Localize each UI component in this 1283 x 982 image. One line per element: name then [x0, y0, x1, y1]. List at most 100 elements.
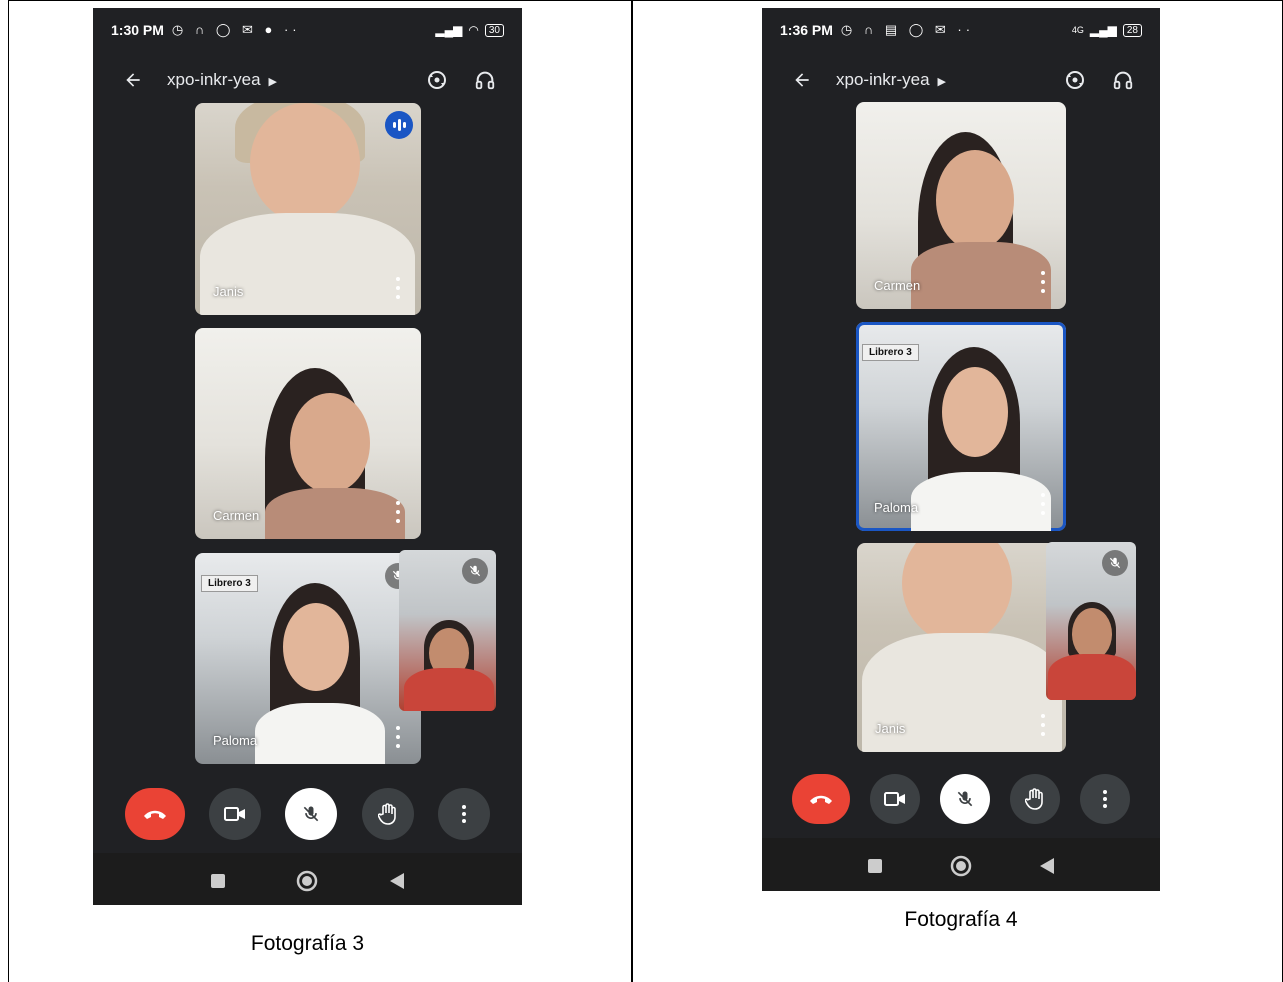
headphones-icon: [1113, 71, 1133, 90]
more-options-button[interactable]: [437, 788, 490, 840]
audio-output-button[interactable]: [468, 63, 502, 97]
figure-caption-1: Fotografía 3: [250, 932, 365, 955]
figure-caption-2: Fotografía 4: [904, 908, 1018, 931]
participant-name: Janis: [213, 284, 244, 299]
end-call-button[interactable]: [792, 774, 850, 824]
screenshot-phone-1: 1:30 PM ◷ ∩ ◯ ✉ ● ·· ▂▄▆ ◠ 30 xpo-inkr-y…: [93, 8, 522, 905]
participant-name: Paloma: [213, 733, 258, 748]
arrow-left-icon: [795, 73, 809, 87]
mic-off-icon: [304, 806, 319, 822]
speaking-indicator-icon: [385, 111, 413, 139]
status-bar: 1:30 PM ◷ ∩ ◯ ✉ ● ·· ▂▄▆ ◠ 30: [93, 8, 522, 52]
back-button[interactable]: [778, 56, 826, 104]
raise-hand-icon: [1025, 788, 1043, 810]
battery-indicator: 28: [1122, 23, 1142, 37]
status-time: 1:30 PM: [111, 22, 164, 38]
participant-tile-janis[interactable]: Janis: [857, 543, 1066, 752]
mic-off-badge: [1102, 550, 1128, 576]
circle-icon: [297, 870, 318, 892]
switch-camera-button[interactable]: [1058, 63, 1092, 97]
status-time: 1:36 PM: [780, 22, 833, 38]
mic-off-badge: [462, 558, 488, 584]
raise-hand-button[interactable]: [361, 788, 414, 840]
call-controls: [93, 786, 522, 842]
self-view-tile[interactable]: [1046, 542, 1136, 700]
arrow-left-icon: [126, 73, 140, 87]
meeting-code-button[interactable]: xpo-inkr-yea ▶: [167, 70, 277, 90]
participant-name: Paloma: [874, 500, 919, 515]
square-icon: [868, 859, 882, 873]
phone-hangup-icon: [144, 810, 167, 819]
recents-button[interactable]: [860, 851, 890, 881]
status-notification-icons: ◷ ∩ ▤ ◯ ✉ ··: [840, 22, 975, 37]
participant-name: Janis: [875, 721, 906, 736]
camera-toggle-button[interactable]: [209, 788, 262, 840]
recents-button[interactable]: [203, 866, 233, 896]
participant-face: [283, 603, 349, 691]
video-camera-icon: [884, 792, 905, 806]
caret-right-icon: ▶: [268, 76, 278, 88]
participant-tile-carmen[interactable]: Carmen: [856, 102, 1066, 309]
mic-toggle-button[interactable]: [285, 788, 338, 840]
wifi-icon: ◠: [468, 23, 479, 37]
participant-face: [942, 367, 1008, 457]
mic-off-icon: [957, 791, 973, 807]
phone-hangup-icon: [810, 795, 832, 804]
raise-hand-button[interactable]: [1010, 774, 1060, 824]
square-icon: [210, 874, 225, 888]
table-column-divider: [631, 0, 633, 982]
android-nav-bar: [93, 853, 522, 905]
participant-face: [250, 103, 360, 223]
participant-tile-paloma[interactable]: Librero 3 Paloma: [195, 553, 421, 764]
back-nav-button[interactable]: [1032, 851, 1062, 881]
participant-tile-paloma[interactable]: Librero 3 Paloma: [856, 322, 1066, 531]
self-view-tile[interactable]: [399, 550, 496, 711]
raise-hand-icon: [377, 803, 396, 825]
back-button[interactable]: [109, 56, 157, 104]
audio-output-button[interactable]: [1106, 63, 1140, 97]
switch-camera-button[interactable]: [420, 63, 454, 97]
circle-icon: [950, 855, 972, 877]
participant-tile-carmen[interactable]: Carmen: [195, 328, 421, 539]
meeting-code: xpo-inkr-yea: [167, 70, 261, 89]
background-sign: Librero 3: [201, 575, 258, 592]
triangle-left-icon: [390, 873, 405, 889]
call-controls: [762, 771, 1160, 827]
tile-more-options-button[interactable]: [393, 501, 403, 523]
meeting-header: xpo-inkr-yea ▶: [762, 52, 1160, 108]
participant-face: [290, 393, 370, 493]
home-button[interactable]: [292, 866, 322, 896]
meeting-code-button[interactable]: xpo-inkr-yea ▶: [836, 70, 946, 90]
status-bar: 1:36 PM ◷ ∩ ▤ ◯ ✉ ·· 4G ▂▄▆ 28: [762, 8, 1160, 52]
back-nav-button[interactable]: [382, 866, 412, 896]
android-nav-bar: [762, 838, 1160, 891]
signal-icon: ▂▄▆: [435, 23, 463, 37]
triangle-left-icon: [1040, 858, 1054, 874]
background-sign: Librero 3: [862, 344, 919, 361]
more-options-button[interactable]: [1080, 774, 1130, 824]
meeting-header: xpo-inkr-yea ▶: [93, 52, 522, 108]
participant-face: [1072, 608, 1112, 660]
video-camera-icon: [224, 807, 246, 821]
end-call-button[interactable]: [125, 788, 186, 840]
status-notification-icons: ◷ ∩ ◯ ✉ ● ··: [171, 22, 301, 37]
tile-more-options-button[interactable]: [393, 277, 403, 299]
participant-tile-janis[interactable]: Janis: [195, 103, 421, 315]
tile-more-options-button[interactable]: [393, 726, 403, 748]
switch-camera-icon: [1066, 71, 1084, 89]
switch-camera-icon: [428, 71, 446, 89]
participant-face: [902, 543, 1012, 643]
network-type: 4G: [1071, 25, 1084, 35]
caret-right-icon: ▶: [937, 76, 947, 88]
more-vert-icon: [461, 805, 466, 823]
camera-toggle-button[interactable]: [870, 774, 920, 824]
signal-icon: ▂▄▆: [1089, 23, 1117, 37]
tile-more-options-button[interactable]: [1038, 493, 1048, 515]
mic-toggle-button[interactable]: [940, 774, 990, 824]
meeting-code: xpo-inkr-yea: [836, 70, 930, 89]
tile-more-options-button[interactable]: [1038, 714, 1048, 736]
tile-more-options-button[interactable]: [1038, 271, 1048, 293]
mic-off-icon: [469, 565, 481, 577]
home-button[interactable]: [946, 851, 976, 881]
participant-name: Carmen: [213, 508, 260, 523]
